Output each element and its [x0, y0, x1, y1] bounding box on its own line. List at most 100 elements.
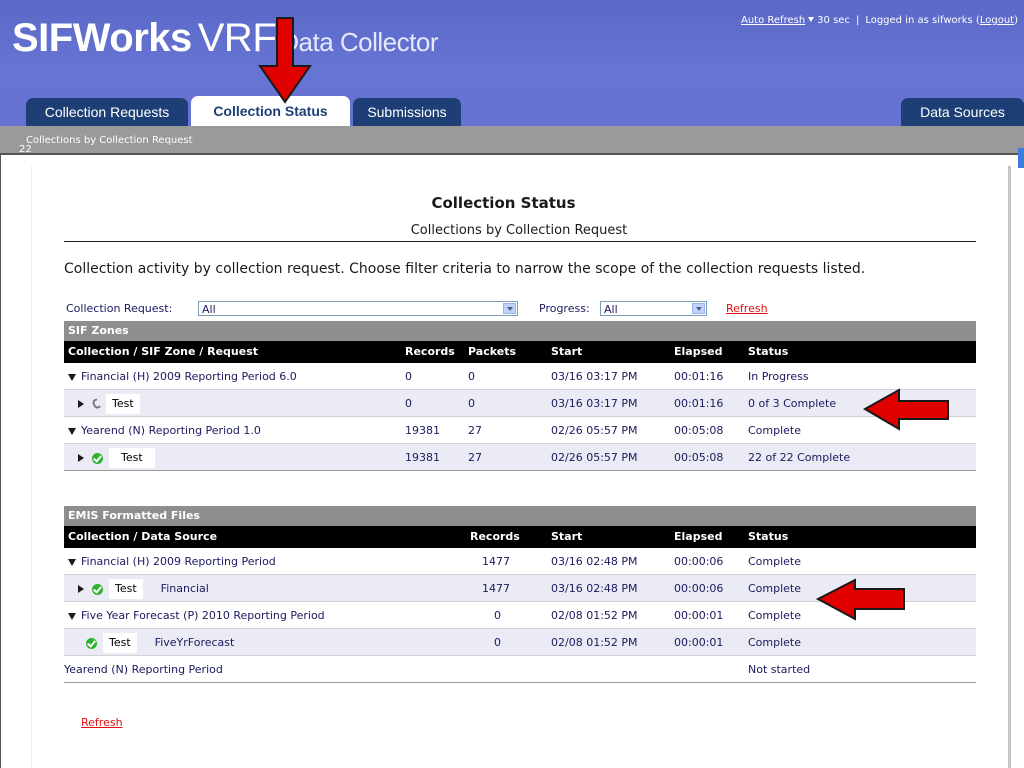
emis-section-header: EMIS Formatted Files [64, 506, 976, 526]
table-row[interactable]: Financial (H) 2009 Reporting Period 6.0 … [64, 363, 976, 390]
table-row[interactable]: Financial (H) 2009 Reporting Period 1477… [64, 548, 976, 575]
chevron-down-icon[interactable] [503, 303, 516, 314]
start-cell: 03/16 02:48 PM [551, 582, 638, 595]
packets-cell: 27 [468, 451, 482, 464]
column-header: Start [551, 530, 583, 543]
status-cell: 22 of 22 Complete [748, 451, 851, 464]
collection-request-label: Collection Request: [66, 302, 173, 315]
table-row[interactable]: Yearend (N) Reporting Period Not started [64, 656, 976, 683]
expand-triangle-icon[interactable] [78, 400, 84, 408]
elapsed-cell: 00:00:01 [674, 609, 724, 622]
checkmark-icon [92, 452, 103, 464]
page-counter: 22 [19, 144, 32, 155]
progress-value: All [604, 303, 618, 316]
packets-cell: 0 [468, 370, 475, 383]
status-cell: Complete [748, 609, 802, 622]
page-subtitle: Collections by Collection Request [410, 223, 628, 238]
status-cell: In Progress [748, 370, 809, 383]
status-cell: Complete [748, 555, 802, 568]
left-arrow-annotation [815, 578, 905, 621]
tab-submissions[interactable]: Submissions [353, 98, 461, 126]
start-cell: 02/26 05:57 PM [551, 424, 638, 437]
logged-in-suffix: ) [1014, 15, 1018, 26]
down-arrow-annotation [258, 17, 312, 104]
start-cell: 03/16 03:17 PM [551, 397, 638, 410]
collapse-triangle-icon[interactable] [68, 558, 76, 566]
column-header: Elapsed [674, 345, 723, 358]
tab-collection-requests[interactable]: Collection Requests [26, 98, 188, 126]
records-cell: 1477 [482, 555, 510, 568]
collapse-triangle-icon[interactable] [68, 612, 76, 620]
records-cell: 19381 [405, 424, 440, 437]
start-cell: 02/08 01:52 PM [551, 636, 638, 649]
table-row[interactable]: Test 19381 27 02/26 05:57 PM 00:05:08 22… [64, 444, 976, 471]
collection-name-text[interactable]: Yearend (N) Reporting Period 1.0 [81, 424, 261, 437]
collection-name: Financial (H) 2009 Reporting Period 6.0 [68, 363, 297, 390]
request-name-text[interactable]: Test [109, 448, 155, 468]
column-header: Collection / SIF Zone / Request [68, 345, 259, 358]
refresh-link-bottom[interactable]: Refresh [81, 716, 123, 729]
checkmark-icon [86, 637, 97, 649]
refresh-link[interactable]: Refresh [726, 302, 768, 315]
table-header: Collection / SIF Zone / Request Records … [64, 341, 976, 363]
status-cell: Complete [748, 424, 802, 437]
chevron-down-icon[interactable] [692, 303, 705, 314]
refresh-interval[interactable]: 30 sec [817, 15, 850, 26]
sif-zones-section-header: SIF Zones [64, 321, 976, 341]
request-name-text[interactable]: Test [103, 633, 137, 653]
elapsed-cell: 00:00:06 [674, 555, 724, 568]
records-cell: 0 [494, 609, 501, 622]
records-cell: 19381 [405, 451, 440, 464]
breadcrumb[interactable]: Collections by Collection Request [26, 135, 193, 146]
separator: | [855, 15, 860, 26]
data-source-text[interactable]: Financial [161, 582, 209, 595]
table-row[interactable]: Test FiveYrForecast 0 02/08 01:52 PM 00:0… [64, 629, 976, 656]
collection-name: Five Year Forecast (P) 2010 Reporting Pe… [68, 602, 325, 629]
left-arrow-annotation [862, 388, 949, 431]
data-source-text[interactable]: FiveYrForecast [155, 636, 235, 649]
progress-select[interactable]: All [600, 301, 707, 316]
expand-triangle-icon[interactable] [78, 585, 84, 593]
sub-navigation-bar: Collections by Collection Request 22 [0, 126, 1024, 155]
start-cell: 02/08 01:52 PM [551, 609, 638, 622]
status-cell: 0 of 3 Complete [748, 397, 837, 410]
collection-name: Yearend (N) Reporting Period 1.0 [68, 417, 261, 444]
collection-name-text[interactable]: Financial (H) 2009 Reporting Period [81, 555, 276, 568]
collection-name-text[interactable]: Five Year Forecast (P) 2010 Reporting Pe… [81, 609, 325, 622]
user-bar: Auto Refresh 30 sec | Logged in as sifworks… [741, 15, 1018, 26]
status-cell: Not started [748, 663, 811, 676]
scroll-indicator [1018, 148, 1024, 168]
request-name-text[interactable]: Test [109, 579, 143, 599]
request-name-text[interactable]: Test [106, 394, 140, 414]
collapse-triangle-icon[interactable] [68, 427, 76, 435]
column-header: Records [470, 530, 520, 543]
collection-request-select[interactable]: All [198, 301, 518, 316]
elapsed-cell: 00:00:01 [674, 636, 724, 649]
request-name: Test [64, 390, 140, 417]
collection-name: Financial (H) 2009 Reporting Period [68, 548, 276, 575]
data-source-name: Test Financial [64, 575, 209, 602]
app-logo: SIFWorks VRF Data Collector [12, 16, 438, 60]
logged-in-text: Logged in as sifworks ( [865, 15, 980, 26]
tab-data-sources[interactable]: Data Sources [901, 98, 1024, 126]
collapse-triangle-icon[interactable] [68, 373, 76, 381]
table-header: Collection / Data Source Records Start E… [64, 526, 976, 548]
data-source-name: Test FiveYrForecast [86, 629, 234, 656]
auto-refresh-link[interactable]: Auto Refresh [741, 15, 805, 26]
start-cell: 02/26 05:57 PM [551, 451, 638, 464]
collection-name-text[interactable]: Financial (H) 2009 Reporting Period 6.0 [81, 370, 297, 383]
start-cell: 03/16 03:17 PM [551, 370, 638, 383]
page-title: Collection Status [431, 194, 576, 212]
start-cell: 03/16 02:48 PM [551, 555, 638, 568]
column-header: Status [748, 345, 789, 358]
table-row[interactable]: Yearend (N) Reporting Period 1.0 19381 2… [64, 417, 976, 444]
elapsed-cell: 00:05:08 [674, 451, 724, 464]
records-cell: 1477 [482, 582, 510, 595]
table-row[interactable]: Test 0 0 03/16 03:17 PM 00:01:16 0 of 3 … [64, 390, 976, 417]
column-header: Start [551, 345, 583, 358]
dropdown-arrow-icon[interactable] [808, 17, 815, 22]
expand-triangle-icon[interactable] [78, 454, 84, 462]
packets-cell: 27 [468, 424, 482, 437]
logout-link[interactable]: Logout [980, 15, 1014, 26]
collection-name-text[interactable]: Yearend (N) Reporting Period [64, 656, 223, 683]
